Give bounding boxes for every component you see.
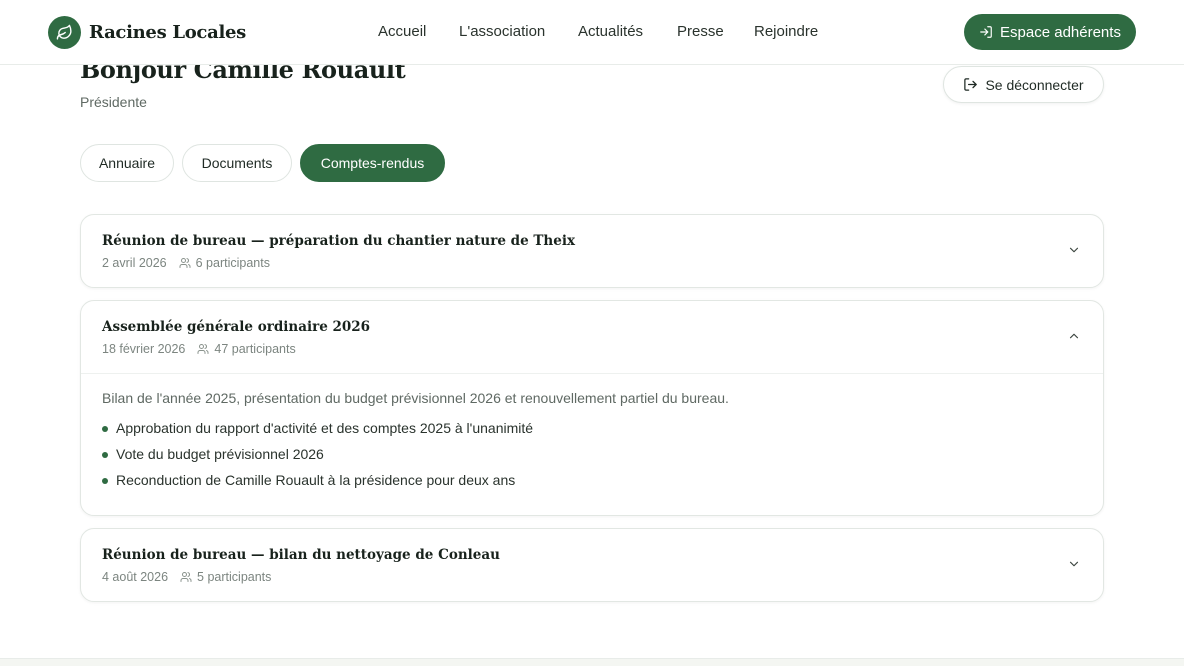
decision-item: Vote du budget prévisionnel 2026	[102, 446, 1082, 472]
users-icon	[179, 257, 191, 269]
meeting-title: Assemblée générale ordinaire 2026	[102, 319, 371, 335]
meeting-meta: 18 février 2026 47 participants	[102, 342, 296, 356]
logout-label: Se déconnecter	[985, 76, 1084, 93]
tab-documents[interactable]: Documents	[182, 144, 292, 182]
meeting-card: Réunion de bureau — bilan du nettoyage d…	[80, 528, 1104, 602]
decision-item: Reconduction de Camille Rouault à la pré…	[102, 472, 1082, 498]
meeting-card: Réunion de bureau — préparation du chant…	[80, 214, 1104, 288]
users-icon	[197, 343, 209, 355]
chevron-down-icon[interactable]	[1067, 243, 1081, 257]
login-icon	[979, 25, 993, 39]
meeting-card-header[interactable]: Assemblée générale ordinaire 2026 18 fév…	[81, 301, 1103, 373]
nav-item-rejoindre[interactable]: Rejoindre	[754, 23, 818, 40]
decision-item: Approbation du rapport d'activité et des…	[102, 420, 1082, 446]
chevron-up-icon[interactable]	[1067, 329, 1081, 343]
member-area-button[interactable]: Espace adhérents	[964, 14, 1136, 50]
top-navigation-bar: Racines Locales Accueil L'association Ac…	[0, 0, 1184, 65]
meeting-title: Réunion de bureau — préparation du chant…	[102, 233, 575, 249]
meeting-participants: 6 participants	[195, 256, 270, 270]
nav-item-actualites[interactable]: Actualités	[578, 23, 643, 40]
user-role: Présidente	[80, 94, 147, 110]
meeting-participants: 47 participants	[214, 342, 296, 356]
logout-icon	[963, 77, 978, 92]
meeting-decisions: Approbation du rapport d'activité et des…	[102, 420, 1082, 498]
nav-item-accueil[interactable]: Accueil	[378, 23, 426, 40]
meeting-card-header[interactable]: Réunion de bureau — préparation du chant…	[81, 215, 1103, 287]
meeting-card-header[interactable]: Réunion de bureau — bilan du nettoyage d…	[81, 529, 1103, 601]
meeting-title: Réunion de bureau — bilan du nettoyage d…	[102, 547, 500, 563]
chevron-down-icon[interactable]	[1067, 557, 1081, 571]
meeting-date: 2 avril 2026	[102, 256, 167, 270]
users-icon	[180, 571, 192, 583]
meeting-card: Assemblée générale ordinaire 2026 18 fév…	[80, 300, 1104, 516]
tab-comptes-rendus[interactable]: Comptes-rendus	[300, 144, 445, 182]
meeting-meta: 4 août 2026 5 participants	[102, 570, 271, 584]
nav-item-presse[interactable]: Presse	[677, 23, 724, 40]
meeting-date: 18 février 2026	[102, 342, 186, 356]
meeting-participants: 5 participants	[197, 570, 272, 584]
meeting-summary: Bilan de l'année 2025, présentation du b…	[102, 390, 729, 406]
logout-button[interactable]: Se déconnecter	[943, 66, 1104, 103]
member-area-label: Espace adhérents	[1000, 23, 1121, 41]
meeting-details: Bilan de l'année 2025, présentation du b…	[81, 373, 1103, 515]
meeting-date: 4 août 2026	[102, 570, 169, 584]
footer-edge	[0, 658, 1184, 666]
tab-annuaire[interactable]: Annuaire	[80, 144, 174, 182]
nav-item-association[interactable]: L'association	[459, 23, 545, 40]
meeting-meta: 2 avril 2026 6 participants	[102, 256, 270, 270]
